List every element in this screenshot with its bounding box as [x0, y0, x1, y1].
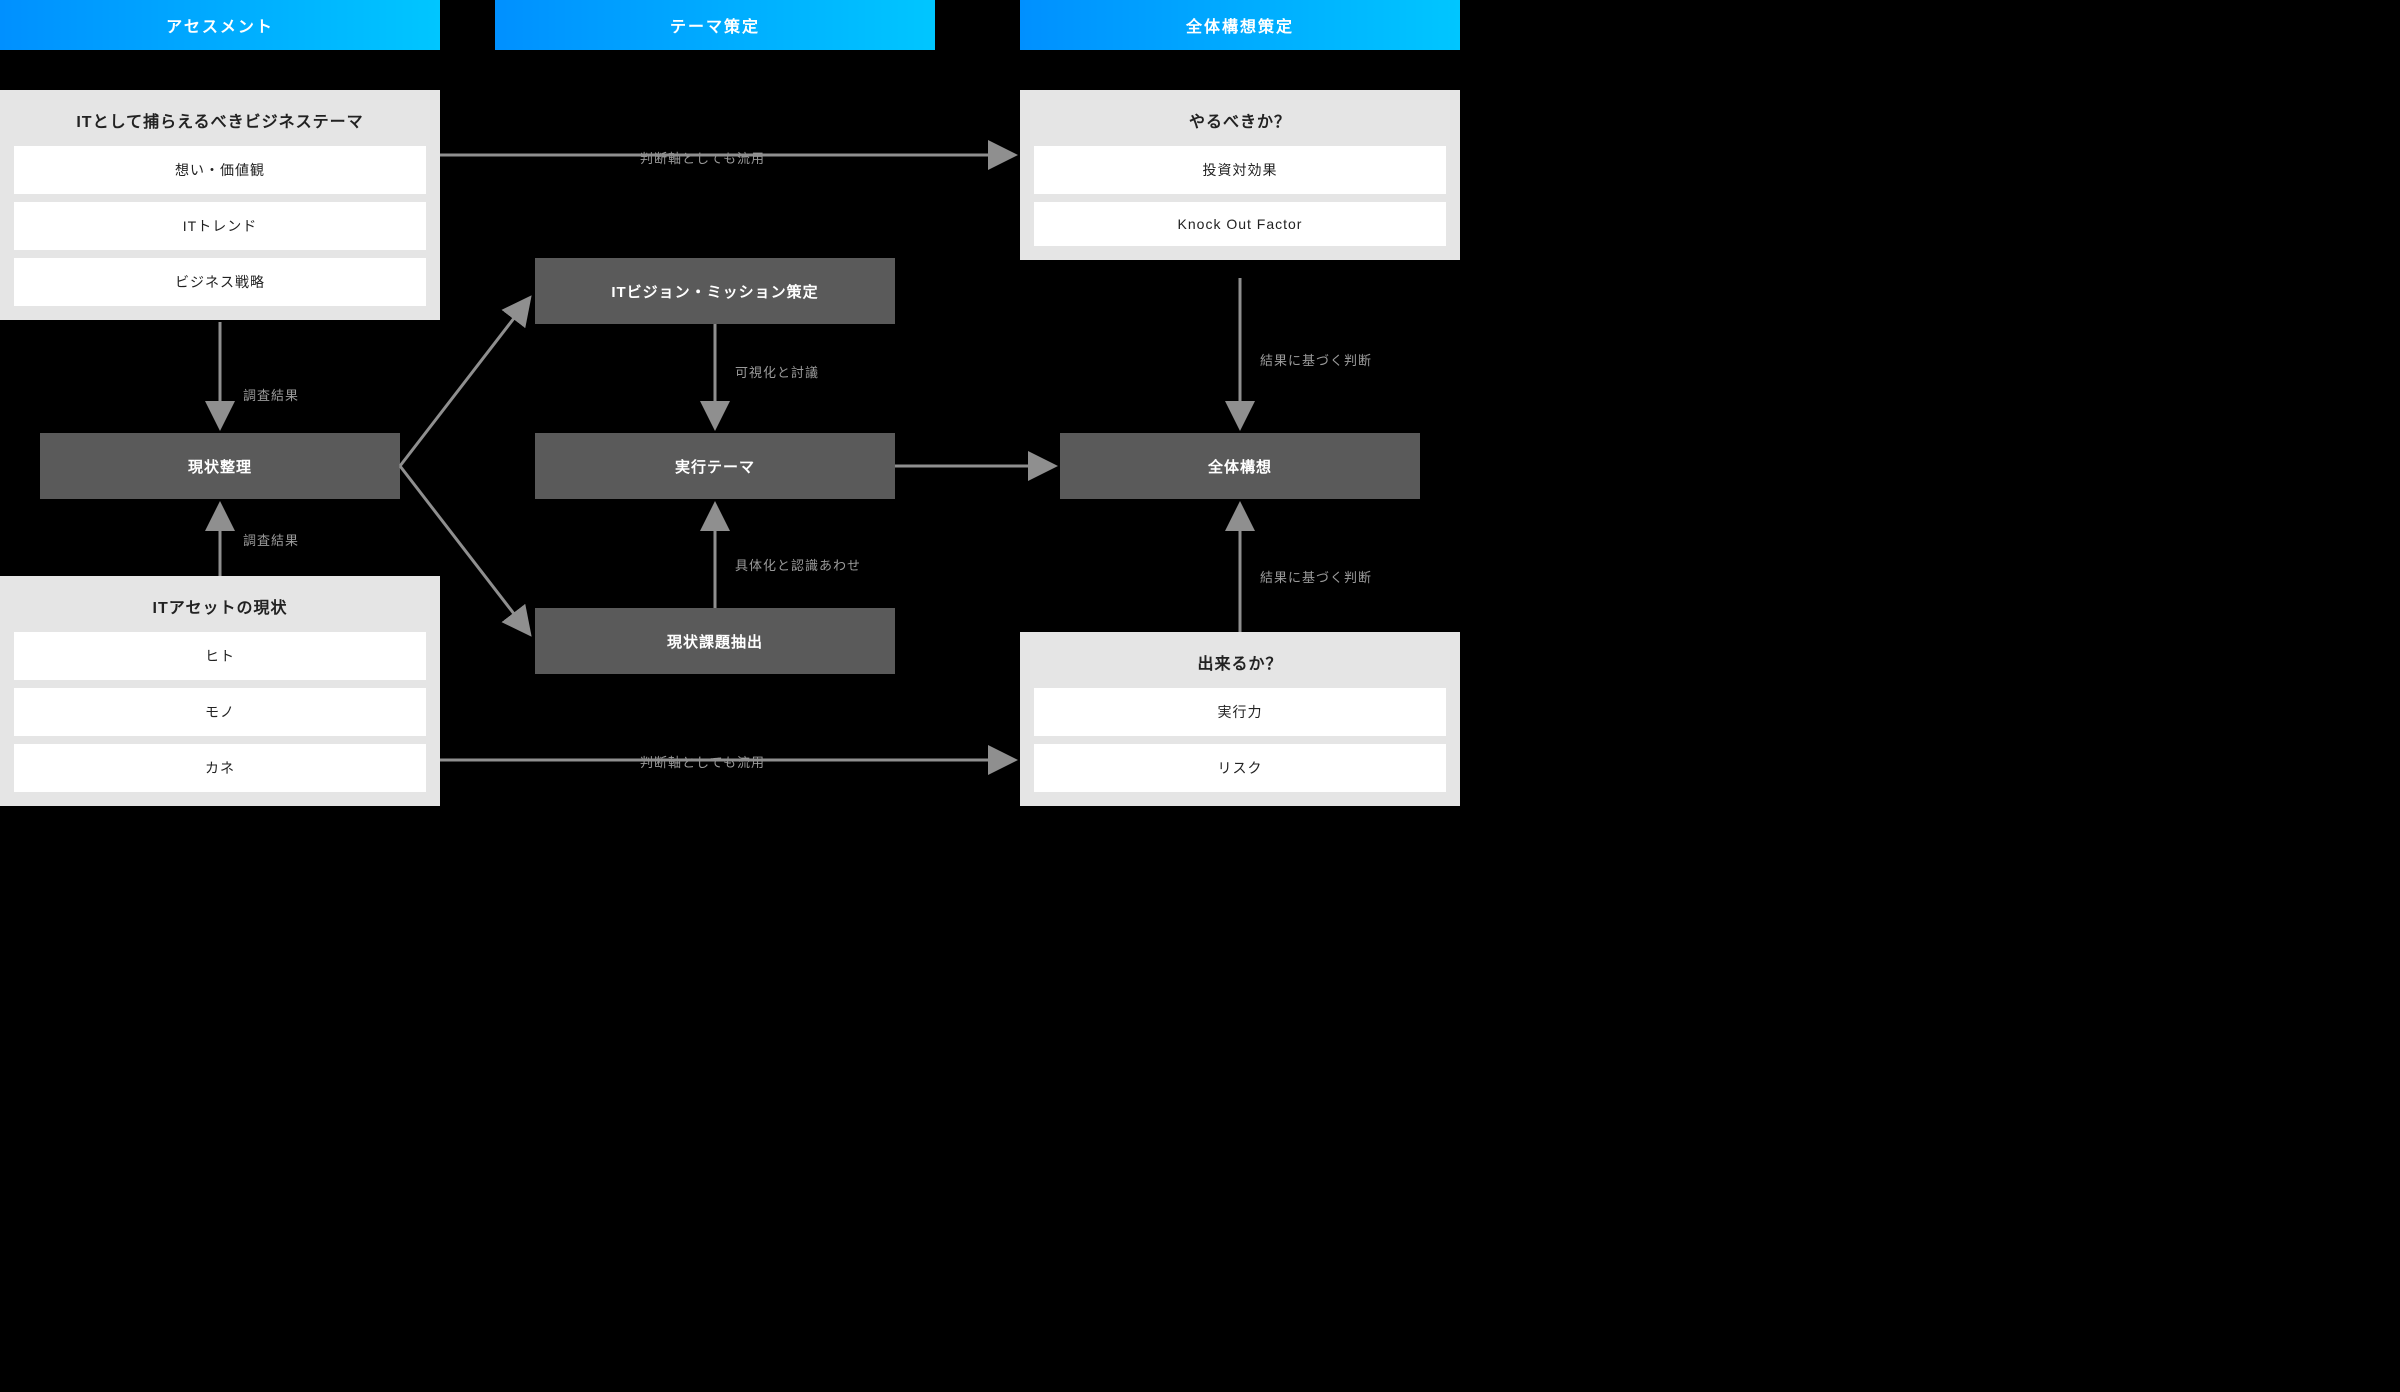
panel-title: ITアセットの現状: [14, 594, 426, 618]
panel-it-asset: ITアセットの現状 ヒト モノ カネ: [0, 576, 440, 806]
panel-title: やるべきか？: [1034, 108, 1446, 132]
panel-item: カネ: [14, 744, 426, 792]
panel-item: モノ: [14, 688, 426, 736]
panel-item: 想い・価値観: [14, 146, 426, 194]
panel-should-do: やるべきか？ 投資対効果 Knock Out Factor: [1020, 90, 1460, 260]
panel-can-do: 出来るか？ 実行力 リスク: [1020, 632, 1460, 806]
panel-business-theme: ITとして捕らえるべきビジネステーマ 想い・価値観 ITトレンド ビジネス戦略: [0, 90, 440, 320]
panel-item: ビジネス戦略: [14, 258, 426, 306]
label-survey-top: 調査結果: [243, 385, 299, 404]
box-issue-extract: 現状課題抽出: [535, 608, 895, 674]
panel-item: 実行力: [1034, 688, 1446, 736]
label-concretize: 具体化と認識あわせ: [735, 555, 861, 574]
panel-item: ヒト: [14, 632, 426, 680]
label-result-top: 結果に基づく判断: [1260, 350, 1372, 369]
panel-item: リスク: [1034, 744, 1446, 792]
phase-header-assessment: アセスメント: [0, 0, 440, 50]
box-vision-mission: ITビジョン・ミッション策定: [535, 258, 895, 324]
panel-title: 出来るか？: [1034, 650, 1446, 674]
label-criteria-top: 判断軸としても流用: [640, 148, 765, 167]
label-survey-bottom: 調査結果: [243, 530, 299, 549]
box-exec-theme: 実行テーマ: [535, 433, 895, 499]
panel-item: Knock Out Factor: [1034, 202, 1446, 246]
label-criteria-bottom: 判断軸としても流用: [640, 752, 765, 771]
label-visualize: 可視化と討議: [735, 362, 819, 381]
panel-item: ITトレンド: [14, 202, 426, 250]
phase-header-theme: テーマ策定: [495, 0, 935, 50]
label-result-bottom: 結果に基づく判断: [1260, 567, 1372, 586]
box-overall-concept: 全体構想: [1060, 433, 1420, 499]
box-current-status: 現状整理: [40, 433, 400, 499]
panel-item: 投資対効果: [1034, 146, 1446, 194]
panel-title: ITとして捕らえるべきビジネステーマ: [14, 108, 426, 132]
phase-header-concept: 全体構想策定: [1020, 0, 1460, 50]
